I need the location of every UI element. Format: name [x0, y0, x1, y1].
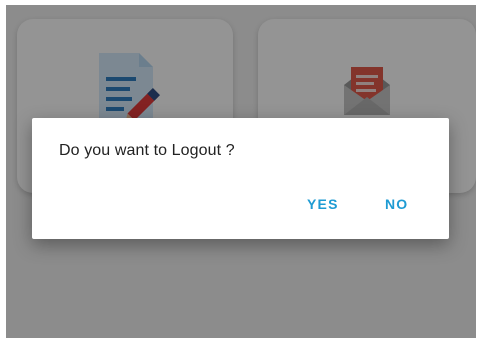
yes-button[interactable]: YES	[307, 196, 339, 212]
dialog-message: Do you want to Logout ?	[59, 142, 235, 159]
logout-dialog: Do you want to Logout ? YES NO	[32, 118, 449, 239]
no-button[interactable]: NO	[385, 196, 408, 212]
